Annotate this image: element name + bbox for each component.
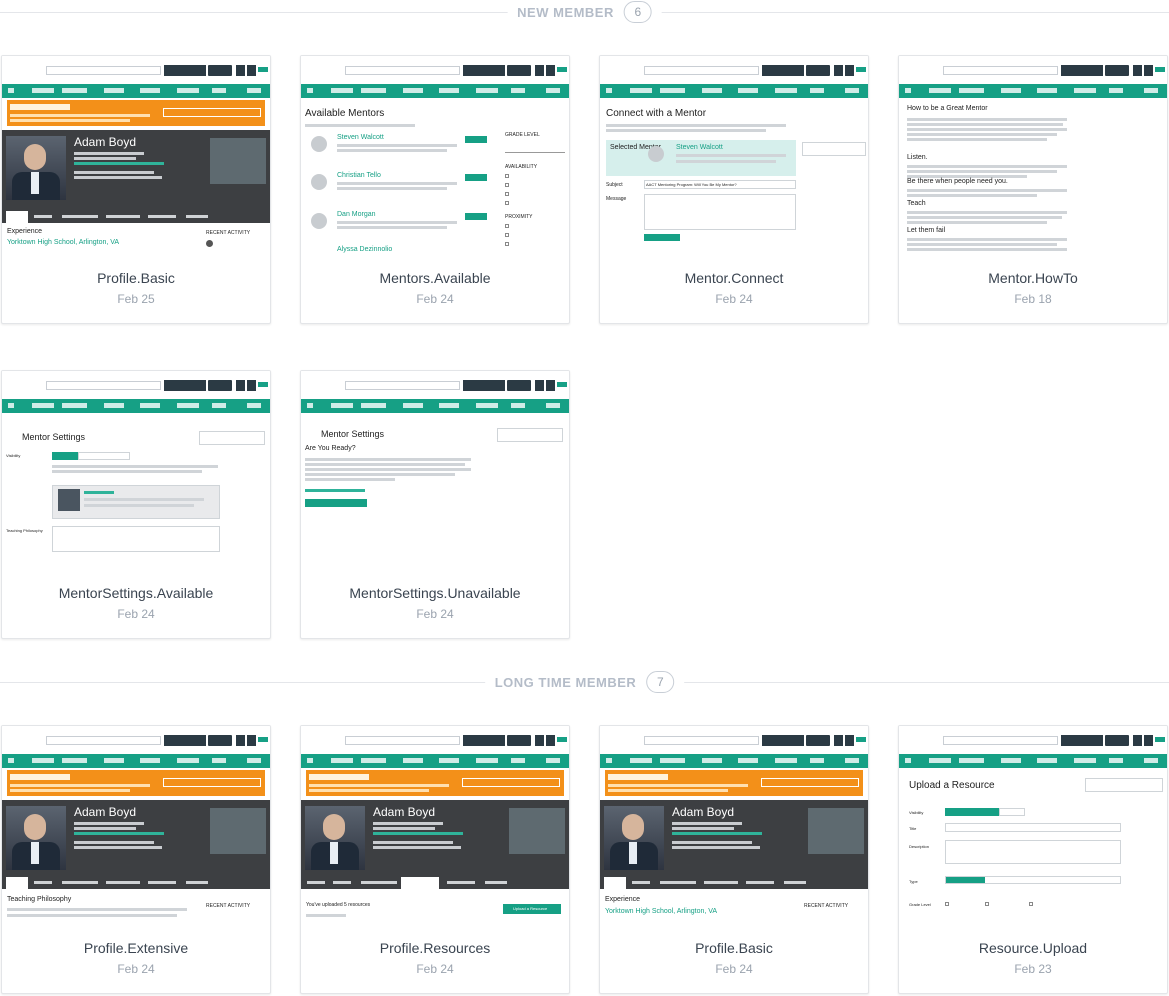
thumb-heading: Connect with a Mentor bbox=[606, 108, 707, 119]
thumb-text: Grade Level bbox=[909, 902, 931, 907]
thumb-text: Be there when people need you. bbox=[907, 178, 1008, 185]
section-label: LONG TIME MEMBER bbox=[494, 674, 637, 690]
screen-card[interactable]: Adam Boyd Experience Yorktown High Schoo… bbox=[599, 725, 869, 994]
screen-thumbnail: Available Mentors Steven Walcott Christi… bbox=[301, 56, 569, 256]
card-date: Feb 23 bbox=[1014, 962, 1052, 976]
thumb-text: Teach bbox=[907, 200, 926, 207]
card-title: Mentor.Connect bbox=[684, 270, 784, 286]
thumb-text: Upload a Resource bbox=[513, 906, 548, 911]
card-date: Feb 24 bbox=[416, 292, 454, 306]
thumb-text: Description bbox=[909, 844, 930, 849]
card-date: Feb 18 bbox=[1014, 292, 1052, 306]
thumb-text: Listen. bbox=[907, 154, 928, 161]
profile-name: Adam Boyd bbox=[373, 805, 436, 819]
thumb-text: Type bbox=[909, 879, 918, 884]
profile-name: Adam Boyd bbox=[74, 805, 137, 819]
screen-card[interactable]: How to be a Great Mentor Listen. Be ther… bbox=[898, 55, 1168, 324]
card-title: Profile.Basic bbox=[695, 940, 773, 956]
thumb-text: Message bbox=[606, 196, 627, 202]
card-title: MentorSettings.Available bbox=[58, 585, 214, 601]
screen-thumbnail: Adam Boyd Experience Yorktown High Schoo… bbox=[600, 726, 868, 926]
thumb-text: AVAILABILITY bbox=[505, 164, 538, 170]
card-title: Resource.Upload bbox=[978, 940, 1088, 956]
thumb-text: RECENT ACTIVITY bbox=[206, 230, 251, 236]
thumb-text: Steven Walcott bbox=[676, 144, 723, 151]
thumb-text: RECENT ACTIVITY bbox=[804, 903, 849, 909]
section-count-badge: 7 bbox=[646, 671, 675, 693]
section-divider-new-member: NEW MEMBER 6 bbox=[0, 0, 1169, 24]
profile-name: Adam Boyd bbox=[672, 805, 735, 819]
thumb-heading: Mentor Settings bbox=[22, 432, 86, 442]
thumb-text: Teaching Philosophy bbox=[6, 528, 43, 533]
screen-thumbnail: Adam Boyd Experience Yorktown High Schoo… bbox=[2, 56, 270, 256]
card-date: Feb 24 bbox=[715, 962, 753, 976]
screen-thumbnail: Adam Boyd Teaching Philosophy RECENT ACT… bbox=[2, 726, 270, 926]
thumb-text: Visibility bbox=[6, 453, 21, 458]
thumb-text: Alyssa Dezinnolio bbox=[337, 246, 393, 253]
thumb-text: RECENT ACTIVITY bbox=[206, 903, 251, 909]
card-title: Mentor.HowTo bbox=[988, 270, 1078, 286]
section-divider-long-time-member: LONG TIME MEMBER 7 bbox=[0, 670, 1169, 694]
screen-card[interactable]: Connect with a Mentor Selected Mentor St… bbox=[599, 55, 869, 324]
screen-card[interactable]: Adam Boyd You've uploaded 5 resources Up… bbox=[300, 725, 570, 994]
card-title: Profile.Basic bbox=[97, 270, 175, 286]
screen-thumbnail: Mentor Settings Are You Ready? bbox=[301, 371, 569, 571]
thumb-text: Yorktown High School, Arlington, VA bbox=[605, 908, 718, 915]
screen-thumbnail: Connect with a Mentor Selected Mentor St… bbox=[600, 56, 868, 256]
thumb-heading: Upload a Resource bbox=[909, 780, 995, 791]
thumb-text: Christian Tello bbox=[337, 172, 381, 179]
card-date: Feb 24 bbox=[117, 962, 155, 976]
card-date: Feb 25 bbox=[117, 292, 155, 306]
profile-name: Adam Boyd bbox=[74, 135, 137, 149]
thumb-heading: How to be a Great Mentor bbox=[907, 105, 988, 112]
thumb-text: AACT Mentoring Program: Will You Be My M… bbox=[646, 182, 737, 187]
thumb-text: Yorktown High School, Arlington, VA bbox=[7, 239, 120, 246]
thumb-heading: Experience bbox=[605, 896, 641, 903]
thumb-heading: Available Mentors bbox=[305, 108, 385, 119]
section-count-badge: 6 bbox=[623, 1, 652, 23]
thumb-text: You've uploaded 5 resources bbox=[306, 902, 371, 908]
thumb-text: Subject bbox=[606, 182, 623, 188]
screen-thumbnail: Mentor Settings Visibility Teaching Phil… bbox=[2, 371, 270, 571]
screen-card[interactable]: Mentor Settings Visibility Teaching Phil… bbox=[1, 370, 271, 639]
screen-thumbnail: How to be a Great Mentor Listen. Be ther… bbox=[899, 56, 1167, 256]
card-date: Feb 24 bbox=[715, 292, 753, 306]
thumb-heading: Experience bbox=[7, 228, 43, 235]
section-label: NEW MEMBER bbox=[517, 4, 614, 20]
thumb-text: Steven Walcott bbox=[337, 134, 384, 141]
card-date: Feb 24 bbox=[117, 607, 155, 621]
thumb-text: Dan Morgan bbox=[337, 211, 376, 218]
card-date: Feb 24 bbox=[416, 607, 454, 621]
thumb-text: Title bbox=[909, 826, 917, 831]
screen-card[interactable]: Available Mentors Steven Walcott Christi… bbox=[300, 55, 570, 324]
thumb-heading: Mentor Settings bbox=[321, 429, 385, 439]
card-date: Feb 24 bbox=[416, 962, 454, 976]
card-title: MentorSettings.Unavailable bbox=[349, 585, 521, 601]
thumb-text: Let them fail bbox=[907, 227, 946, 234]
thumb-text: PROXIMITY bbox=[505, 214, 533, 220]
card-title: Mentors.Available bbox=[379, 270, 491, 286]
thumb-text: GRADE LEVEL bbox=[505, 132, 540, 138]
thumb-text: Visibility bbox=[909, 810, 924, 815]
thumb-heading: Teaching Philosophy bbox=[7, 896, 72, 903]
screen-card[interactable]: Upload a Resource Visibility Title Descr… bbox=[898, 725, 1168, 994]
screen-card[interactable]: Mentor Settings Are You Ready? MentorSet… bbox=[300, 370, 570, 639]
screen-thumbnail: Adam Boyd You've uploaded 5 resources Up… bbox=[301, 726, 569, 926]
screen-card[interactable]: Adam Boyd Experience Yorktown High Schoo… bbox=[1, 55, 271, 324]
thumb-text: Are You Ready? bbox=[305, 445, 356, 452]
screen-thumbnail: Upload a Resource Visibility Title Descr… bbox=[899, 726, 1167, 926]
card-title: Profile.Resources bbox=[379, 940, 491, 956]
card-title: Profile.Extensive bbox=[83, 940, 189, 956]
screen-card[interactable]: Adam Boyd Teaching Philosophy RECENT ACT… bbox=[1, 725, 271, 994]
